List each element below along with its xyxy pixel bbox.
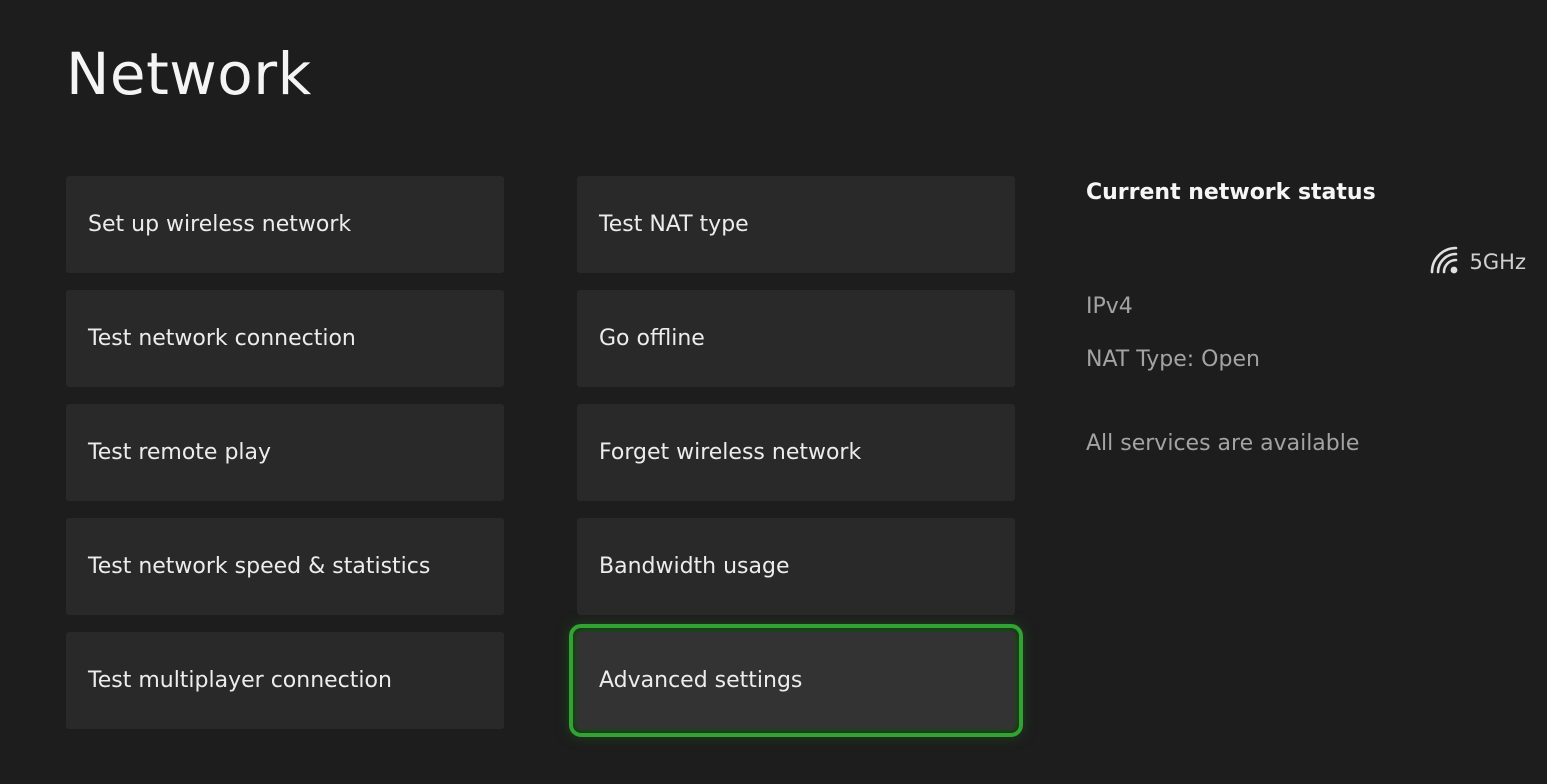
tile-label: Test network connection	[88, 326, 356, 351]
test-remote-play-button[interactable]: Test remote play	[66, 404, 504, 501]
set-up-wireless-network-button[interactable]: Set up wireless network	[66, 176, 504, 273]
forget-wireless-network-button[interactable]: Forget wireless network	[577, 404, 1015, 501]
tile-label: Bandwidth usage	[599, 554, 790, 579]
network-status-panel: Current network status 5GHz IPv4 NAT Typ…	[1086, 180, 1526, 456]
wifi-band-indicator: 5GHz	[1428, 244, 1526, 279]
test-network-connection-button[interactable]: Test network connection	[66, 290, 504, 387]
wifi-icon	[1428, 244, 1462, 279]
test-nat-type-button[interactable]: Test NAT type	[577, 176, 1015, 273]
page-title: Network	[66, 40, 312, 108]
tile-label: Test network speed & statistics	[88, 554, 431, 579]
wifi-band-label: 5GHz	[1469, 249, 1526, 274]
tile-label: Set up wireless network	[88, 212, 352, 237]
test-multiplayer-connection-button[interactable]: Test multiplayer connection	[66, 632, 504, 729]
ip-version: IPv4	[1086, 294, 1133, 319]
bandwidth-usage-button[interactable]: Bandwidth usage	[577, 518, 1015, 615]
tile-label: Go offline	[599, 326, 705, 351]
tile-label: Advanced settings	[599, 668, 803, 693]
go-offline-button[interactable]: Go offline	[577, 290, 1015, 387]
tile-label: Test multiplayer connection	[88, 668, 392, 693]
tile-label: Test remote play	[88, 440, 272, 465]
advanced-settings-button[interactable]: Advanced settings	[569, 624, 1023, 737]
status-heading: Current network status	[1086, 180, 1376, 205]
test-network-speed-button[interactable]: Test network speed & statistics	[66, 518, 504, 615]
nat-type: NAT Type: Open	[1086, 347, 1260, 372]
network-menu-grid: Set up wireless network Test NAT type Te…	[66, 176, 1023, 737]
tile-label: Forget wireless network	[599, 440, 862, 465]
services-status: All services are available	[1086, 431, 1360, 456]
tile-label: Test NAT type	[599, 212, 749, 237]
